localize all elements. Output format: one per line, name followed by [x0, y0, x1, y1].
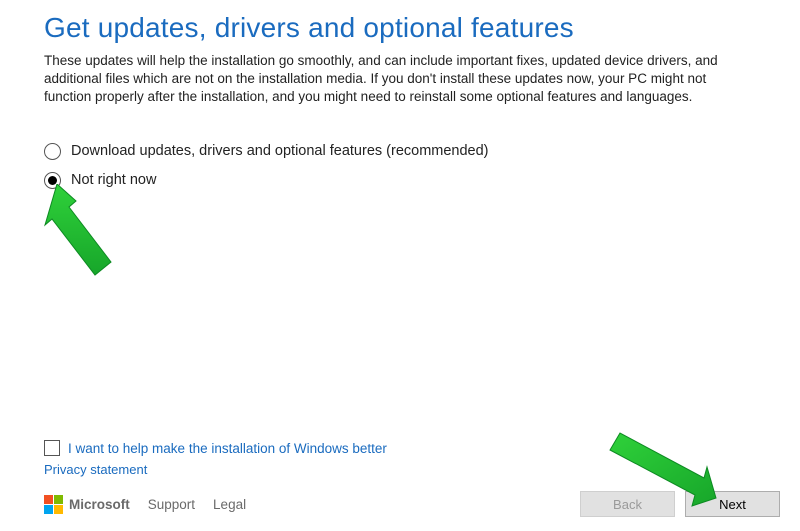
radio-not-now-label: Not right now	[71, 172, 156, 188]
radio-download-label: Download updates, drivers and optional f…	[71, 143, 489, 159]
checkbox-empty-icon	[44, 440, 60, 456]
feedback-checkbox-label: I want to help make the installation of …	[68, 441, 387, 456]
microsoft-logo: Microsoft	[44, 495, 130, 514]
privacy-statement-link[interactable]: Privacy statement	[44, 462, 780, 477]
legal-link[interactable]: Legal	[213, 497, 246, 512]
microsoft-brand-text: Microsoft	[69, 497, 130, 512]
radio-off-icon	[44, 143, 61, 160]
feedback-checkbox-row[interactable]: I want to help make the installation of …	[44, 440, 780, 456]
page-description: These updates will help the installation…	[44, 52, 734, 107]
radio-not-right-now[interactable]: Not right now	[44, 172, 760, 189]
support-link[interactable]: Support	[148, 497, 195, 512]
page-title: Get updates, drivers and optional featur…	[44, 12, 760, 44]
back-button: Back	[580, 491, 675, 517]
microsoft-logo-icon	[44, 495, 63, 514]
radio-on-icon	[44, 172, 61, 189]
radio-download-updates[interactable]: Download updates, drivers and optional f…	[44, 143, 760, 160]
next-button[interactable]: Next	[685, 491, 780, 517]
